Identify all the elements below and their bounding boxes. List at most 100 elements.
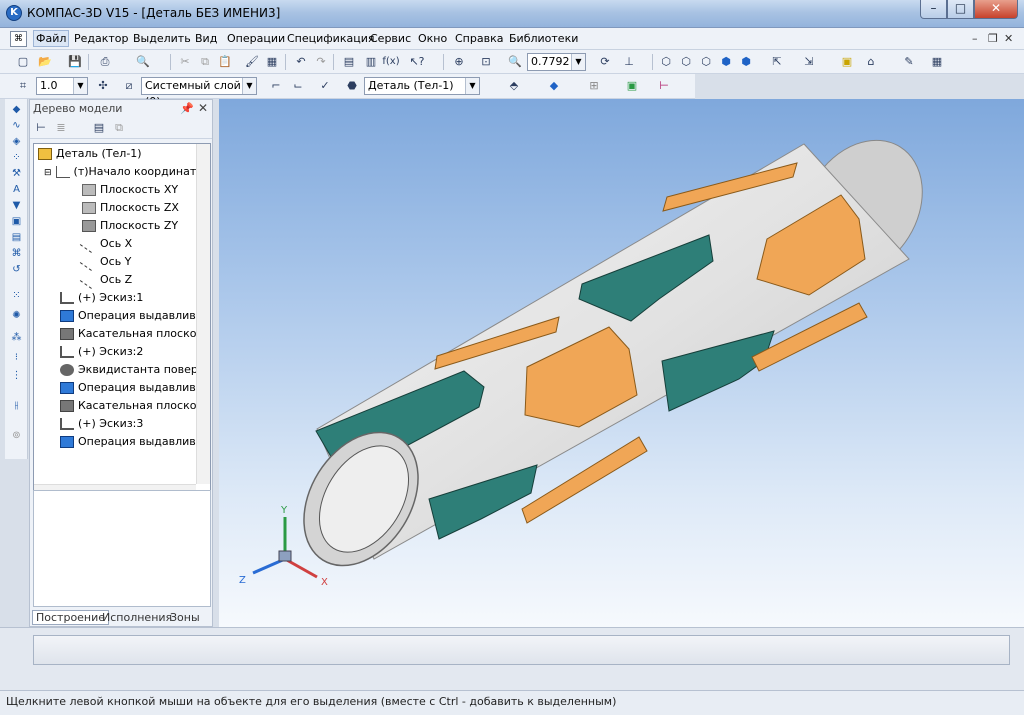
pattern-curve-icon[interactable]: ⁂ bbox=[8, 331, 25, 345]
model-viewport[interactable]: Y X Z bbox=[219, 99, 1024, 627]
menu-operations[interactable]: Операции bbox=[227, 32, 285, 45]
layer-combo[interactable]: Системный слой (0) ▼ bbox=[141, 77, 257, 108]
grid-pattern-icon[interactable]: ⁙ bbox=[8, 289, 25, 303]
tree-item-plane-zx[interactable]: Плоскость ZX bbox=[82, 199, 179, 217]
tree-item-axis-y[interactable]: Ось Y bbox=[79, 253, 131, 271]
step-icon[interactable]: ⌗ bbox=[14, 77, 32, 94]
document-system-icon[interactable]: ⌘ bbox=[10, 31, 27, 47]
zoom-combo[interactable]: 0.7792 ▼ bbox=[527, 53, 586, 71]
elements-icon[interactable]: ⌘ bbox=[8, 247, 25, 261]
preview-icon[interactable]: 🔍 bbox=[134, 53, 152, 70]
tab-construction[interactable]: Построение bbox=[32, 610, 110, 625]
no-hidden-lines-icon[interactable]: ⬡ bbox=[697, 53, 715, 70]
tree-item-axis-z[interactable]: Ось Z bbox=[79, 271, 132, 289]
tree-item-sketch-3[interactable]: (+) Эскиз:3 bbox=[60, 415, 143, 433]
filter-icon[interactable]: ▼ bbox=[8, 199, 25, 213]
mdi-minimize-icon[interactable]: – bbox=[972, 32, 978, 45]
spatial-curves-icon[interactable]: ∿ bbox=[8, 119, 25, 133]
orient-cs-icon[interactable]: ⌙ bbox=[289, 77, 307, 94]
formula-icon[interactable]: f(x) bbox=[382, 53, 400, 70]
kompas-logo-icon[interactable]: K bbox=[6, 5, 22, 21]
edit-part-icon[interactable]: ◆ bbox=[8, 103, 25, 117]
tree-item-tangent-plane-1[interactable]: Касательная плоскость bbox=[60, 325, 210, 343]
format-painter-icon[interactable]: 🖌 bbox=[243, 53, 261, 70]
collapse-icon[interactable]: ⊟ bbox=[44, 168, 52, 178]
help-pointer-icon[interactable]: ↖? bbox=[408, 53, 426, 70]
chevron-down-icon[interactable]: ▼ bbox=[571, 54, 585, 70]
tree-view-icon[interactable]: ▤ bbox=[90, 119, 108, 136]
perspective-icon[interactable]: ▣ bbox=[623, 77, 641, 94]
surfaces-icon[interactable]: ◈ bbox=[8, 135, 25, 149]
menu-file[interactable]: Файл bbox=[33, 30, 70, 47]
tree-structure-icon[interactable]: ⊢ bbox=[32, 119, 50, 136]
circular-pattern-icon[interactable]: ✺ bbox=[8, 309, 25, 323]
tree-item-offset-surface[interactable]: Эквидистанта поверхности bbox=[60, 361, 210, 379]
properties-icon[interactable]: ▦ bbox=[263, 53, 281, 70]
zoom-window-icon[interactable]: ⊕ bbox=[450, 53, 468, 70]
tree-item-sketch-2[interactable]: (+) Эскиз:2 bbox=[60, 343, 143, 361]
maximize-button[interactable]: □ bbox=[947, 0, 974, 19]
halftone-edges-icon[interactable]: ⬢ bbox=[737, 53, 755, 70]
menu-window[interactable]: Окно bbox=[418, 32, 447, 45]
tree-sort-icon[interactable]: ≣ bbox=[52, 119, 70, 136]
orientation-icon[interactable]: ⊥ bbox=[620, 53, 638, 70]
macro-icon[interactable]: ▦ bbox=[928, 53, 946, 70]
tree-item-extrusion-2[interactable]: Операция выдавливания bbox=[60, 379, 210, 397]
mdi-restore-icon[interactable]: ❐ bbox=[988, 32, 998, 45]
mesh-icon[interactable]: ⊞ bbox=[585, 77, 603, 94]
print-icon[interactable]: ⎙ bbox=[96, 53, 114, 70]
paste-icon[interactable]: 📋 bbox=[216, 53, 234, 70]
variables-icon[interactable]: ▥ bbox=[362, 53, 380, 70]
save-icon[interactable]: 💾 bbox=[66, 53, 84, 70]
undo-icon[interactable]: ↶ bbox=[292, 53, 310, 70]
house-view-icon[interactable]: ⌂ bbox=[862, 53, 880, 70]
tree-vertical-scrollbar[interactable] bbox=[196, 144, 210, 484]
measure-icon[interactable]: ▣ bbox=[8, 215, 25, 229]
check-icon[interactable]: ✓ bbox=[316, 77, 334, 94]
menu-libraries[interactable]: Библиотеки bbox=[509, 32, 578, 45]
line-scale-combo[interactable]: 1.0 ▼ bbox=[36, 77, 88, 95]
trim-icon[interactable]: ⇲ bbox=[800, 53, 818, 70]
tree-item-extrusion-1[interactable]: Операция выдавливания bbox=[60, 307, 210, 325]
hidden-lines-icon[interactable]: ⬡ bbox=[677, 53, 695, 70]
layer-icon[interactable]: ⧄ bbox=[120, 77, 138, 94]
tree-item-tangent-plane-2[interactable]: Касательная плоскость bbox=[60, 397, 210, 415]
rotate-icon[interactable]: ⟳ bbox=[596, 53, 614, 70]
table-pattern-icon[interactable]: ⁝ bbox=[8, 351, 25, 365]
new-document-icon[interactable]: ▢ bbox=[14, 53, 32, 70]
menu-select[interactable]: Выделить bbox=[133, 32, 191, 45]
sketch-icon[interactable]: ▣ bbox=[838, 53, 856, 70]
cut-icon[interactable]: ✂ bbox=[176, 53, 194, 70]
wireframe-icon[interactable]: ⬡ bbox=[657, 53, 675, 70]
tab-versions[interactable]: Исполнения bbox=[102, 611, 172, 624]
dimensions-icon[interactable]: A bbox=[8, 183, 25, 197]
tree-item-part[interactable]: Деталь (Тел-1) bbox=[38, 145, 142, 163]
redo-icon[interactable]: ↷ bbox=[312, 53, 330, 70]
minimize-button[interactable]: – bbox=[920, 0, 947, 19]
chevron-down-icon[interactable]: ▼ bbox=[242, 78, 256, 94]
local-cs-icon[interactable]: ⌐ bbox=[267, 77, 285, 94]
tree-item-sketch-1[interactable]: (+) Эскиз:1 bbox=[60, 289, 143, 307]
copy-icon[interactable]: ⧉ bbox=[196, 53, 214, 70]
tree-item-axis-x[interactable]: Ось X bbox=[79, 235, 132, 253]
dimension-icon[interactable]: ⊢ bbox=[655, 77, 673, 94]
sheet-metal-icon[interactable]: ▤ bbox=[8, 231, 25, 245]
zoom-icon[interactable]: 🔍 bbox=[506, 53, 524, 70]
menu-view[interactable]: Вид bbox=[195, 32, 217, 45]
close-button[interactable]: ✕ bbox=[974, 0, 1018, 19]
body-icon[interactable]: ⬣ bbox=[343, 77, 361, 94]
menu-specification[interactable]: Спецификация bbox=[287, 32, 374, 45]
shell-icon[interactable]: ⊚ bbox=[8, 429, 25, 443]
mdi-close-icon[interactable]: ✕ bbox=[1004, 32, 1013, 45]
close-icon[interactable]: ✕ bbox=[198, 101, 208, 115]
halftone-icon[interactable]: ⬢ bbox=[717, 53, 735, 70]
curve-icon[interactable]: ↺ bbox=[8, 263, 25, 277]
pin-icon[interactable]: 📌 bbox=[180, 102, 194, 115]
open-icon[interactable]: 📂 bbox=[36, 53, 54, 70]
chevron-down-icon[interactable]: ▼ bbox=[465, 78, 479, 94]
mirror-icon[interactable]: ⋮ bbox=[8, 369, 25, 383]
menu-service[interactable]: Сервис bbox=[370, 32, 411, 45]
model-3d-view[interactable]: Y X Z bbox=[219, 99, 1024, 627]
tree-item-plane-xy[interactable]: Плоскость XY bbox=[82, 181, 178, 199]
zoom-fit-icon[interactable]: ⊡ bbox=[477, 53, 495, 70]
